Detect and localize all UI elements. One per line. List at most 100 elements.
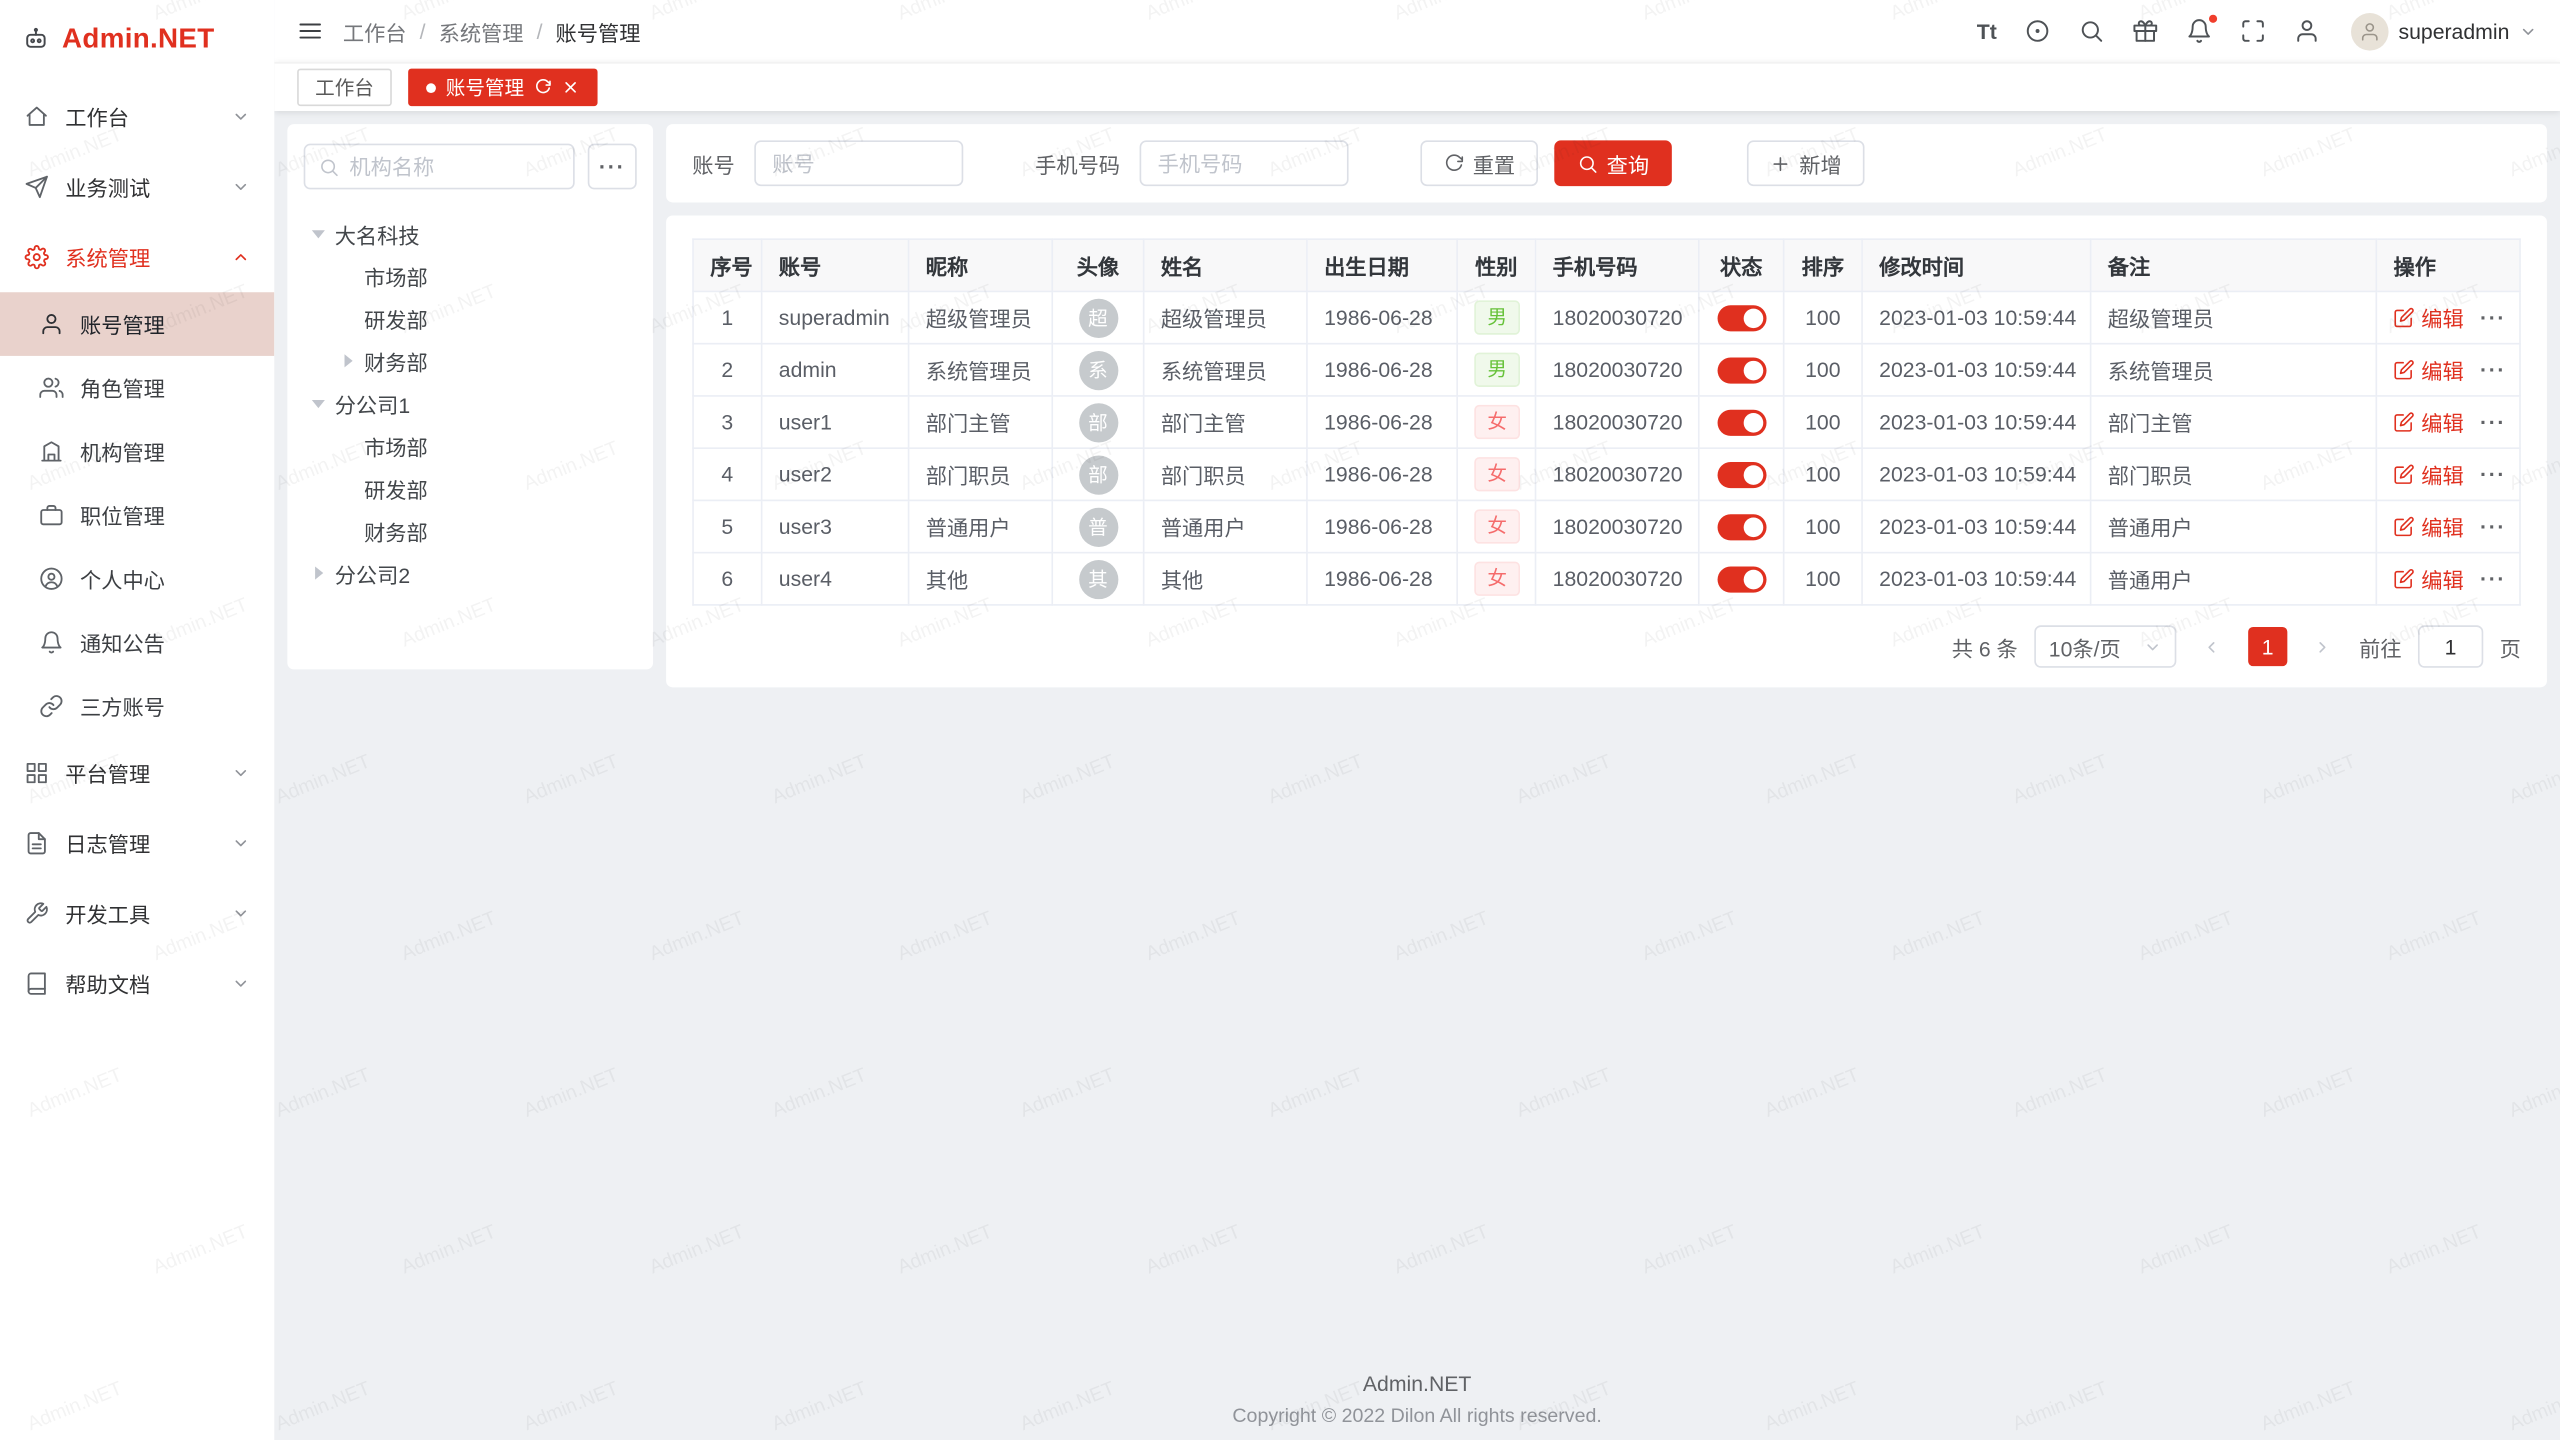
chevron-down-icon	[2144, 638, 2162, 656]
notification-badge	[2207, 13, 2218, 24]
main-area: 工作台 / 系统管理 / 账号管理 Tt	[274, 0, 2560, 1440]
page-number-button[interactable]: 1	[2248, 627, 2287, 666]
col-order: 排序	[1784, 239, 1862, 291]
cell-status	[1699, 553, 1784, 605]
add-button[interactable]: 新增	[1747, 140, 1865, 186]
menu-collapse-button[interactable]	[297, 18, 323, 44]
status-toggle[interactable]	[1717, 462, 1766, 488]
sidebar-item-log-management[interactable]: 日志管理	[0, 808, 274, 878]
edit-button[interactable]: 编辑	[2393, 563, 2463, 594]
sidebar-item-position-management[interactable]: 职位管理	[0, 483, 274, 547]
cell-status	[1699, 344, 1784, 396]
tab-active-dot	[426, 82, 436, 92]
sidebar-item-label: 平台管理	[65, 758, 215, 789]
sidebar-item-org-management[interactable]: 机构管理	[0, 420, 274, 484]
account-input[interactable]	[754, 140, 963, 186]
reset-button[interactable]: 重置	[1420, 140, 1538, 186]
caret-icon[interactable]	[310, 395, 326, 411]
edit-button[interactable]: 编辑	[2393, 354, 2463, 385]
sidebar-item-personal-center[interactable]: 个人中心	[0, 547, 274, 611]
refresh-icon[interactable]	[534, 78, 552, 96]
tree-node[interactable]: 市场部	[304, 424, 637, 466]
tree-node[interactable]: 分公司2	[304, 552, 637, 594]
user-menu[interactable]: superadmin	[2351, 12, 2537, 50]
sidebar-item-system-management[interactable]: 系统管理	[0, 222, 274, 292]
tab-workbench[interactable]: 工作台	[297, 69, 392, 107]
tree-node[interactable]: 财务部	[304, 509, 637, 551]
caret-icon[interactable]	[310, 565, 326, 581]
col-gender: 性别	[1457, 239, 1535, 291]
more-actions-button[interactable]: ···	[2480, 358, 2506, 382]
sidebar-item-help-docs[interactable]: 帮助文档	[0, 949, 274, 1019]
cell-status	[1699, 448, 1784, 500]
search-button[interactable]: 查询	[1554, 140, 1672, 186]
user-icon[interactable]	[2294, 18, 2320, 44]
fullscreen-icon[interactable]	[2240, 18, 2266, 44]
goto-page-input[interactable]	[2418, 625, 2483, 667]
sidebar-item-business-test[interactable]: 业务测试	[0, 152, 274, 222]
status-toggle[interactable]	[1717, 305, 1766, 331]
edit-button[interactable]: 编辑	[2393, 511, 2463, 542]
more-actions-button[interactable]: ···	[2480, 462, 2506, 486]
circle-dot-icon[interactable]	[2025, 18, 2051, 44]
tree-node[interactable]: 研发部	[304, 297, 637, 339]
edit-button[interactable]: 编辑	[2393, 302, 2463, 333]
breadcrumb-workbench[interactable]: 工作台	[343, 16, 407, 47]
col-remark: 备注	[2091, 239, 2377, 291]
cell-status	[1699, 396, 1784, 448]
sidebar-item-third-party-account[interactable]: 三方账号	[0, 674, 274, 738]
notification-bell-icon[interactable]	[2186, 18, 2212, 44]
col-nickname: 昵称	[909, 239, 1053, 291]
status-toggle[interactable]	[1717, 566, 1766, 592]
status-toggle[interactable]	[1717, 409, 1766, 435]
avatar	[2351, 12, 2389, 50]
caret-icon[interactable]	[340, 353, 356, 369]
edit-button[interactable]: 编辑	[2393, 459, 2463, 490]
sidebar-item-dev-tools[interactable]: 开发工具	[0, 878, 274, 948]
col-avatar: 头像	[1052, 239, 1143, 291]
table-header-row: 序号 账号 昵称 头像 姓名 出生日期 性别 手机号码 状态 排序 修改时间	[693, 239, 2520, 291]
chevron-down-icon	[232, 764, 250, 782]
sidebar-item-platform-management[interactable]: 平台管理	[0, 738, 274, 808]
cell-phone: 18020030720	[1536, 291, 1699, 343]
caret-icon[interactable]	[310, 225, 326, 241]
close-icon[interactable]	[562, 78, 580, 96]
font-size-icon[interactable]: Tt	[1977, 19, 1997, 43]
tab-account-management[interactable]: 账号管理	[408, 69, 597, 107]
search-icon[interactable]	[2078, 18, 2104, 44]
breadcrumb-system-management[interactable]: 系统管理	[439, 16, 524, 47]
tree-node[interactable]: 分公司1	[304, 382, 637, 424]
row-actions: 编辑···	[2393, 354, 2502, 385]
cell-remark: 普通用户	[2091, 553, 2377, 605]
phone-input[interactable]	[1140, 140, 1349, 186]
page-size-select[interactable]: 10条/页	[2034, 625, 2176, 667]
sidebar-item-workbench[interactable]: 工作台	[0, 82, 274, 152]
more-actions-button[interactable]: ···	[2480, 305, 2506, 329]
more-actions-button[interactable]: ···	[2480, 514, 2506, 538]
status-toggle[interactable]	[1717, 514, 1766, 540]
building-icon	[39, 439, 63, 463]
more-actions-button[interactable]: ···	[2480, 410, 2506, 434]
tree-node-label: 大名科技	[335, 218, 420, 249]
tree-node[interactable]: 财务部	[304, 340, 637, 382]
tree-node[interactable]: 研发部	[304, 467, 637, 509]
edit-button[interactable]: 编辑	[2393, 407, 2463, 438]
tree-node[interactable]: 大名科技	[304, 212, 637, 254]
status-toggle[interactable]	[1717, 357, 1766, 383]
sidebar-item-role-management[interactable]: 角色管理	[0, 356, 274, 420]
sidebar-item-account-management[interactable]: 账号管理	[0, 292, 274, 356]
next-page-button[interactable]	[2304, 627, 2343, 666]
cell-order: 100	[1784, 448, 1862, 500]
org-search-input[interactable]	[349, 154, 560, 178]
table-row: 6user4其他其其他1986-06-28女180200307201002023…	[693, 553, 2520, 605]
org-more-button[interactable]: ···	[588, 144, 637, 190]
sidebar-item-notice[interactable]: 通知公告	[0, 611, 274, 675]
cell-modified: 2023-01-03 10:59:44	[1862, 500, 2091, 552]
more-actions-button[interactable]: ···	[2480, 567, 2506, 591]
cell-account: user3	[762, 500, 909, 552]
tree-node[interactable]: 市场部	[304, 255, 637, 297]
cell-name: 部门主管	[1144, 396, 1307, 448]
gift-icon[interactable]	[2132, 18, 2158, 44]
pagination-total: 共 6 条	[1952, 631, 2018, 662]
prev-page-button[interactable]	[2193, 627, 2232, 666]
